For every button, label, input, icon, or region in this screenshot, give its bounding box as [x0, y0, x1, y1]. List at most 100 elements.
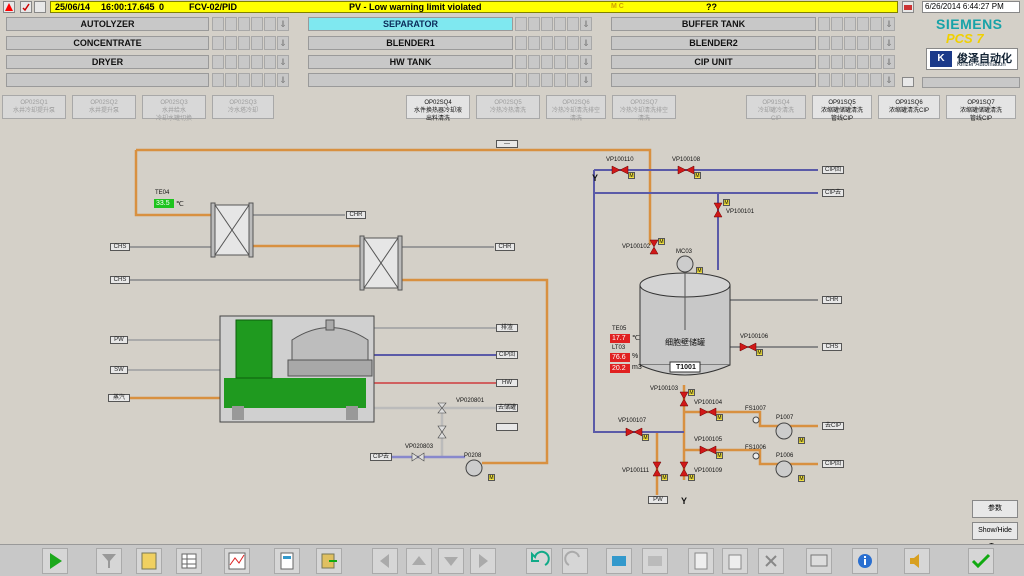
- chr-box-3[interactable]: CHR: [822, 296, 842, 304]
- arrow-right-icon[interactable]: [470, 548, 496, 574]
- area-arrow-icon[interactable]: ⇓: [277, 17, 289, 31]
- sequence-button-op91sq4[interactable]: OP91SQ4 冷却罐冷清洗 CIP: [746, 95, 806, 122]
- area-arrow-icon[interactable]: ⇓: [883, 36, 895, 50]
- area-cip-unit-button[interactable]: CIP UNIT: [611, 55, 816, 69]
- motor-badge[interactable]: M: [688, 389, 695, 396]
- cip-out-box[interactable]: CIP回: [822, 460, 844, 468]
- horn-icon[interactable]: [34, 1, 46, 13]
- area-autolyzer-button[interactable]: AUTOLYZER: [6, 17, 209, 31]
- fs1006-label[interactable]: FS1006: [745, 445, 766, 451]
- vp100109-label[interactable]: VP100109: [694, 468, 722, 474]
- area-arrow-icon[interactable]: ⇓: [883, 17, 895, 31]
- area-arrow-icon[interactable]: ⇓: [277, 55, 289, 69]
- motor-badge[interactable]: M: [716, 414, 723, 421]
- forward-icon[interactable]: [642, 548, 668, 574]
- sequence-button-op91sq5[interactable]: OP91SQ5 浓缩罐储罐清洗 管线CIP: [812, 95, 872, 122]
- area-arrow-icon[interactable]: ⇓: [580, 17, 592, 31]
- area-buffer-tank-button[interactable]: BUFFER TANK: [611, 17, 816, 31]
- page-icon[interactable]: [688, 548, 714, 574]
- area-blender2-button[interactable]: BLENDER2: [611, 36, 816, 50]
- area-empty-button[interactable]: [308, 73, 513, 87]
- alarm-icon[interactable]: [3, 1, 15, 13]
- keyboard-icon[interactable]: [902, 77, 914, 87]
- area-separator-button[interactable]: SEPARATOR: [308, 17, 513, 31]
- pw-box[interactable]: PW: [110, 336, 128, 344]
- area-concentrate-button[interactable]: CONCENTRATE: [6, 36, 209, 50]
- tank-name-label[interactable]: T1001: [676, 364, 696, 371]
- te04-value[interactable]: 33.5: [154, 199, 174, 208]
- parameter-button[interactable]: 参数: [972, 500, 1018, 518]
- area-hw-tank-button[interactable]: HW TANK: [308, 55, 513, 69]
- p1007-label[interactable]: P1007: [776, 415, 793, 421]
- arrow-left-icon[interactable]: [372, 548, 398, 574]
- vp020801-label[interactable]: VP020801: [456, 398, 484, 404]
- area-empty-button[interactable]: [611, 73, 816, 87]
- vp100104-label[interactable]: VP100104: [694, 400, 722, 406]
- blank-box[interactable]: [496, 423, 518, 431]
- vp100105-label[interactable]: VP100105: [694, 437, 722, 443]
- sequence-button-op91sq7[interactable]: OP91SQ7 浓缩罐储罐清洗 管线CIP: [946, 95, 1016, 122]
- vp100103-label[interactable]: VP100103: [650, 386, 678, 392]
- drain-box[interactable]: 排渣: [496, 324, 518, 332]
- hw-box[interactable]: HW: [496, 379, 518, 387]
- sequence-button-op02sq3[interactable]: OP02SQ3 水井给水 冷却水罐切换: [142, 95, 206, 122]
- sequence-button-op02sq7[interactable]: OP02SQ7 冷热冷却清洗排空 清洗: [612, 95, 676, 122]
- speaker-icon[interactable]: [904, 548, 930, 574]
- cip-supply-box-2[interactable]: CIP去: [822, 189, 844, 197]
- chs-box-3[interactable]: CHS: [822, 343, 842, 351]
- area-arrow-icon[interactable]: ⇓: [883, 73, 895, 87]
- arrow-up-icon[interactable]: [406, 548, 432, 574]
- chr-box-2[interactable]: CHR: [495, 243, 515, 251]
- cip-supply-box-1[interactable]: CIP去: [370, 453, 392, 461]
- area-arrow-icon[interactable]: ⇓: [580, 73, 592, 87]
- sequence-button-op02sq2[interactable]: OP02SQ2 水井提升泵: [72, 95, 136, 119]
- play-icon[interactable]: [42, 548, 68, 574]
- vp020803-label[interactable]: VP020803: [405, 444, 433, 450]
- vp100101-label[interactable]: VP100101: [726, 209, 754, 215]
- sw-box[interactable]: SW: [110, 366, 128, 374]
- area-dryer-button[interactable]: DRYER: [6, 55, 209, 69]
- lt03-vol-value[interactable]: 20.2: [610, 364, 630, 373]
- sequence-button-op02sq5[interactable]: OP02SQ5 冷热冷热清洗: [476, 95, 540, 119]
- sequence-button-op02sq1[interactable]: OP02SQ1 水井冷却提升泵: [2, 95, 66, 119]
- area-empty-button[interactable]: [6, 73, 209, 87]
- cip-return-box-1[interactable]: CIP回: [496, 351, 518, 359]
- undo-icon[interactable]: [526, 548, 552, 574]
- cip-return-box-2[interactable]: CIP回: [822, 166, 844, 174]
- te05-value[interactable]: 17.7: [610, 334, 630, 343]
- redo-icon[interactable]: [562, 548, 588, 574]
- show-hide-tag-button[interactable]: Show/Hide Tag: [972, 522, 1018, 550]
- vp100108-label[interactable]: VP100108: [672, 157, 700, 163]
- sequence-button-op91sq6[interactable]: OP91SQ6 浓缩罐清洗CIP: [878, 95, 940, 119]
- sequence-button-op02sq4[interactable]: OP02SQ4 水件换热器冷却液 出料清洗: [406, 95, 470, 122]
- arrow-down-icon[interactable]: [438, 548, 464, 574]
- vp100107-label[interactable]: VP100107: [618, 418, 646, 424]
- to-cip-box[interactable]: 去CIP: [822, 422, 844, 430]
- monitor-icon[interactable]: [806, 548, 832, 574]
- alarm-line[interactable]: 25/06/14 16:00:17.645 0 FCV-02/PID PV - …: [50, 1, 898, 13]
- p1006-label[interactable]: P1006: [776, 453, 793, 459]
- sequence-button-op02sq6[interactable]: OP02SQ6 冷热冷却清洗排空 清洗: [546, 95, 606, 122]
- motor-badge[interactable]: M: [694, 172, 701, 179]
- lt03-pct-value[interactable]: 76.6: [610, 353, 630, 362]
- print-icon[interactable]: [902, 1, 914, 13]
- motor-badge[interactable]: M: [798, 437, 805, 444]
- area-arrow-icon[interactable]: ⇓: [883, 55, 895, 69]
- filter-icon[interactable]: [96, 548, 122, 574]
- area-arrow-icon[interactable]: ⇓: [277, 73, 289, 87]
- motor-badge[interactable]: M: [756, 349, 763, 356]
- vp100111-label[interactable]: VP100111: [622, 468, 649, 474]
- motor-badge[interactable]: M: [798, 475, 805, 482]
- area-arrow-icon[interactable]: ⇓: [580, 36, 592, 50]
- chr-box-1[interactable]: CHR: [346, 211, 366, 219]
- chs-box-2[interactable]: CHS: [110, 276, 130, 284]
- vp100106-label[interactable]: VP100106: [740, 334, 768, 340]
- to-tank-box[interactable]: 去储罐: [496, 404, 518, 412]
- fs1007-label[interactable]: FS1007: [745, 406, 766, 412]
- info-icon[interactable]: [852, 548, 878, 574]
- steam-box[interactable]: 蒸汽: [108, 394, 130, 402]
- motor-badge[interactable]: M: [688, 474, 695, 481]
- area-arrow-icon[interactable]: ⇓: [277, 36, 289, 50]
- acknowledge-all-icon[interactable]: [968, 548, 994, 574]
- pw-out-box[interactable]: PW: [648, 496, 668, 504]
